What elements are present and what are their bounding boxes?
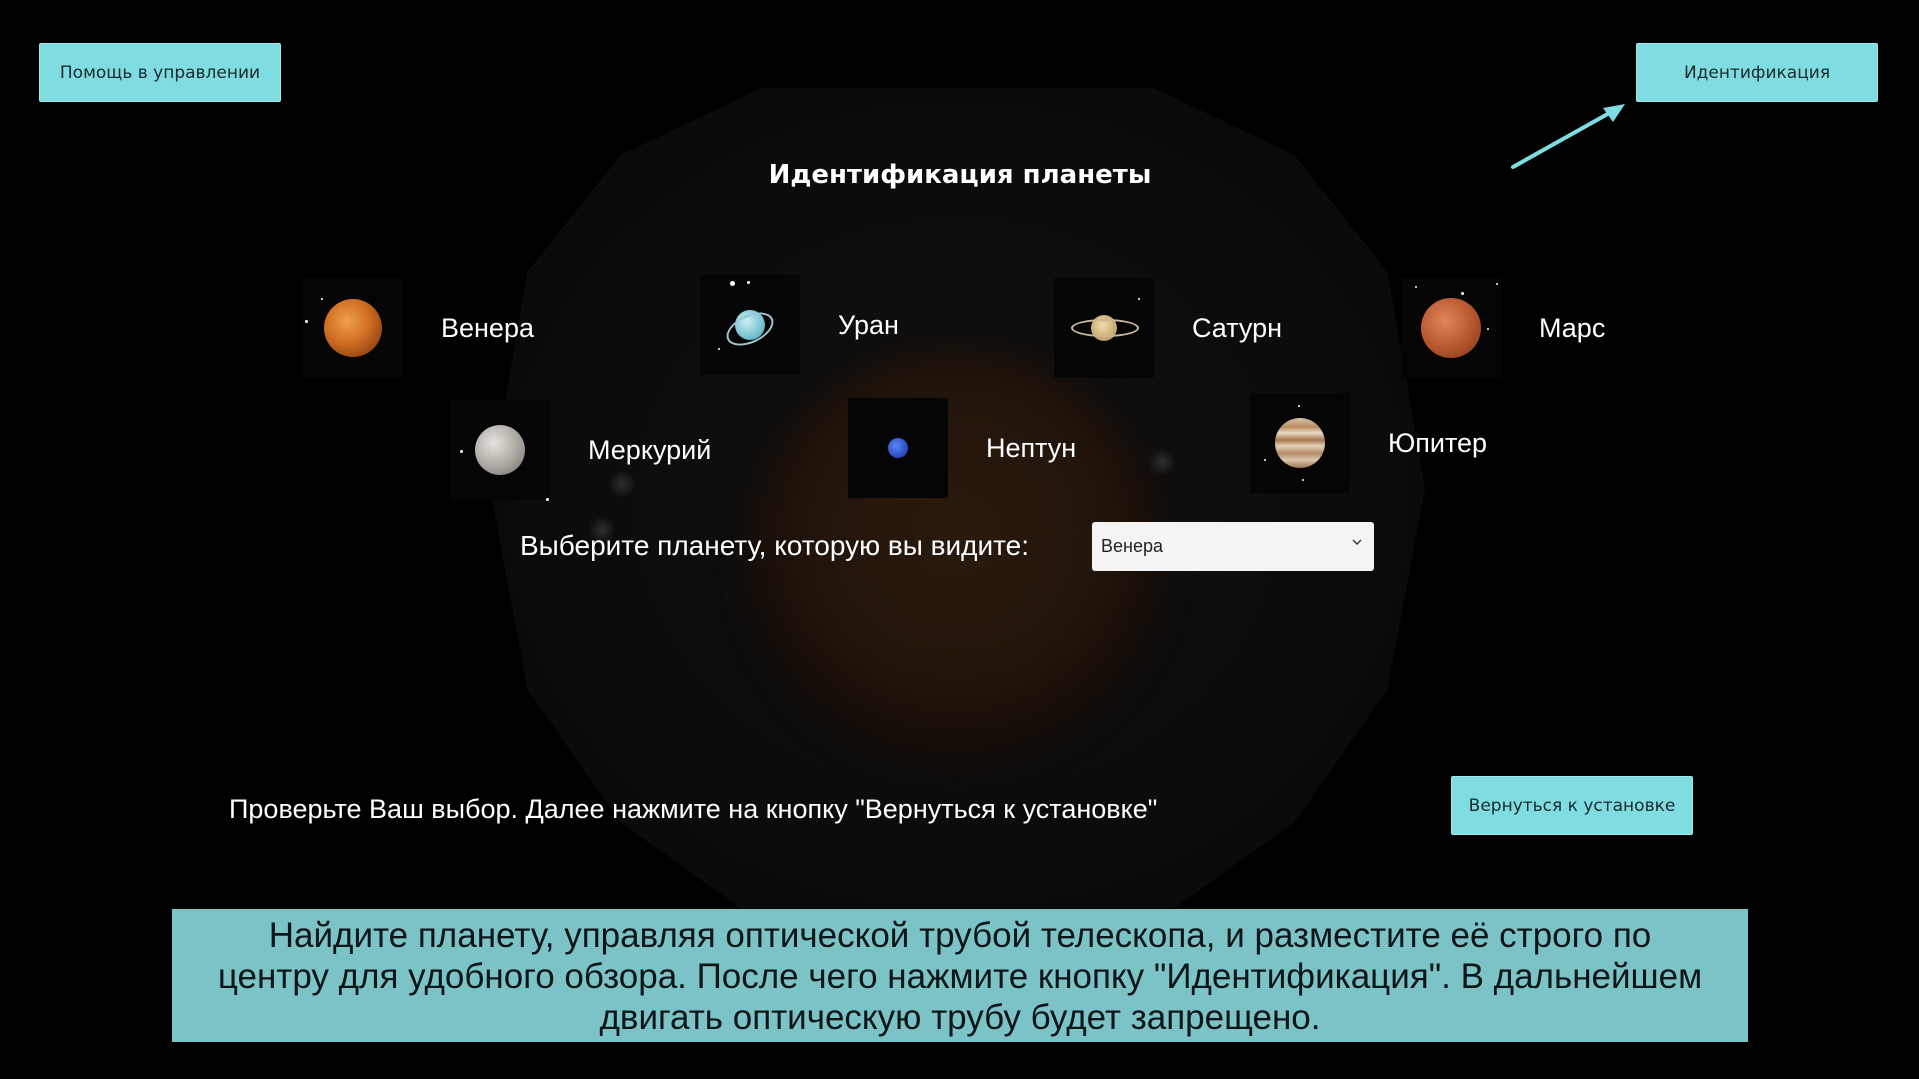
check-choice-text: Проверьте Ваш выбор. Далее нажмите на кн… — [229, 794, 1158, 824]
planet-label-jupiter: Юпитер — [1388, 427, 1488, 458]
background-star — [1148, 448, 1176, 476]
mercury-icon — [450, 400, 550, 501]
arrow-pointer-icon — [1511, 104, 1625, 169]
identify-button[interactable]: Идентификация — [1636, 43, 1878, 102]
telescope-scene: Помощь в управлении Идентификация Иденти… — [0, 0, 1919, 1079]
uranus-icon — [700, 275, 800, 375]
planet-label-venus: Венера — [441, 312, 534, 343]
planet-option-mercury[interactable]: Меркурий — [450, 400, 712, 501]
planet-label-neptune: Нептун — [986, 432, 1077, 463]
planet-option-venus[interactable]: Венера — [303, 278, 534, 378]
jupiter-icon — [1250, 393, 1350, 493]
planet-select-label: Выберите планету, которую вы видите: — [520, 530, 1030, 561]
chevron-down-icon — [1352, 539, 1362, 545]
venus-icon — [303, 278, 403, 378]
planet-label-mars: Марс — [1539, 312, 1606, 343]
instruction-banner: Найдите планету, управляя оптической тру… — [172, 909, 1748, 1042]
planet-select-dropdown[interactable]: Венера — [1092, 522, 1374, 571]
neptune-icon — [848, 398, 948, 498]
control-help-button[interactable]: Помощь в управлении — [39, 43, 281, 102]
planet-option-jupiter[interactable]: Юпитер — [1250, 393, 1487, 493]
planet-option-neptune[interactable]: Нептун — [848, 398, 1076, 498]
planet-option-saturn[interactable]: Сатурн — [1054, 278, 1282, 378]
planet-label-uranus: Уран — [838, 309, 899, 340]
planet-option-mars[interactable]: Марс — [1401, 278, 1605, 378]
return-to-setup-button[interactable]: Вернуться к установке — [1451, 776, 1693, 835]
planet-select-value: Венера — [1101, 536, 1163, 556]
planet-label-mercury: Меркурий — [588, 434, 712, 465]
planet-option-uranus[interactable]: Уран — [700, 275, 899, 375]
mars-icon — [1401, 278, 1501, 378]
planet-label-saturn: Сатурн — [1192, 312, 1283, 343]
saturn-icon — [1054, 278, 1154, 378]
panel-title: Идентификация планеты — [768, 160, 1152, 190]
